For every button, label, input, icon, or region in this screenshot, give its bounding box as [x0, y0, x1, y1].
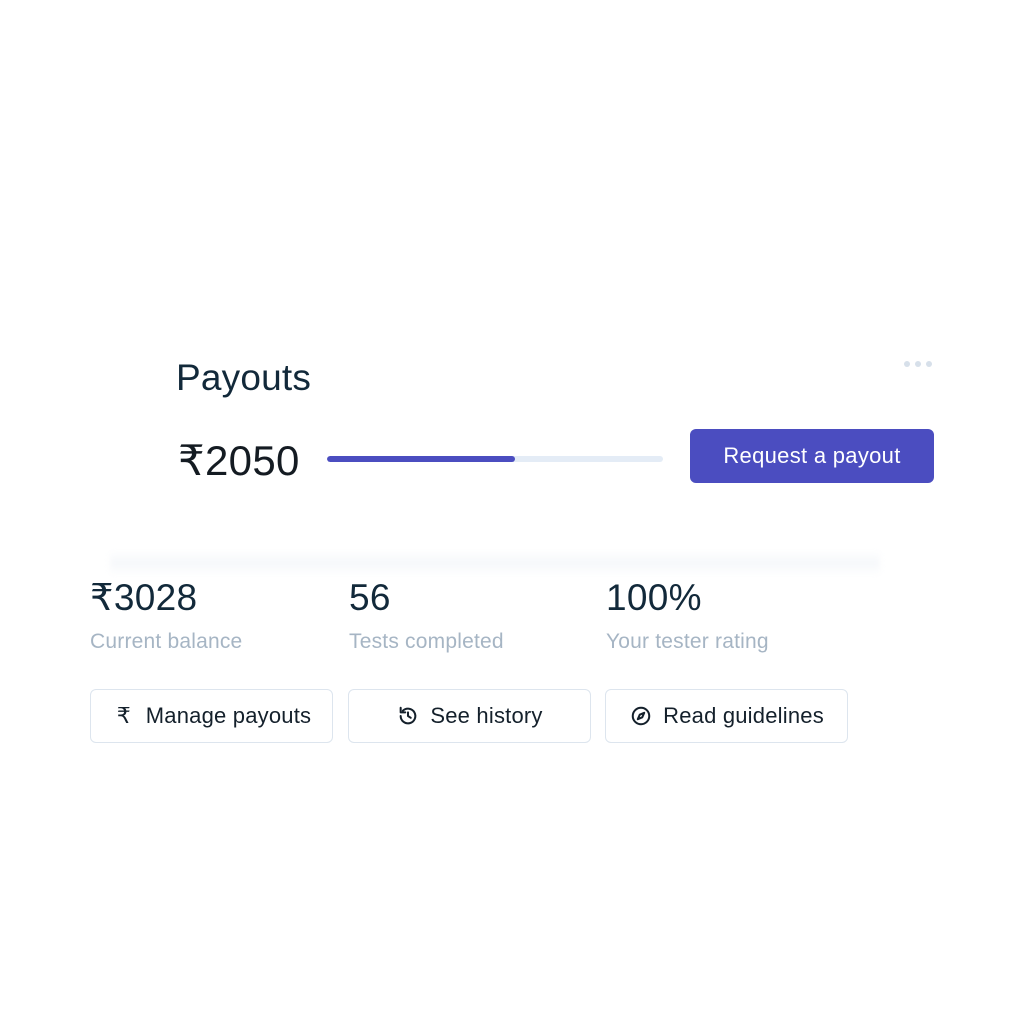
request-payout-button[interactable]: Request a payout	[690, 429, 934, 483]
compass-icon	[629, 704, 653, 728]
divider	[110, 550, 880, 576]
read-guidelines-button[interactable]: Read guidelines	[605, 689, 848, 743]
see-history-label: See history	[430, 703, 543, 728]
dot	[926, 361, 932, 367]
tests-completed-value: 56	[349, 577, 391, 618]
payout-progress-bar	[327, 456, 663, 462]
dot	[915, 361, 921, 367]
dot	[904, 361, 910, 367]
tester-rating-value: 100%	[606, 577, 702, 618]
payout-progress-fill	[327, 456, 516, 462]
current-balance-label: Current balance	[90, 630, 243, 653]
manage-payouts-button[interactable]: ₹ Manage payouts	[90, 689, 333, 743]
stat-tests-completed: 56 Tests completed	[349, 575, 589, 655]
tester-rating-label: Your tester rating	[606, 630, 769, 653]
history-icon	[396, 704, 420, 728]
rupee-icon: ₹	[116, 703, 131, 728]
payout-amount: ₹2050	[178, 437, 300, 484]
more-options-icon[interactable]	[904, 360, 936, 368]
tests-completed-label: Tests completed	[349, 630, 504, 653]
current-balance-value: ₹3028	[90, 577, 198, 618]
payouts-title: Payouts	[176, 357, 312, 398]
read-guidelines-label: Read guidelines	[663, 703, 824, 728]
see-history-button[interactable]: See history	[348, 689, 591, 743]
manage-payouts-label: Manage payouts	[145, 703, 312, 728]
stat-current-balance: ₹3028 Current balance	[90, 575, 330, 655]
stat-tester-rating: 100% Your tester rating	[606, 575, 846, 655]
